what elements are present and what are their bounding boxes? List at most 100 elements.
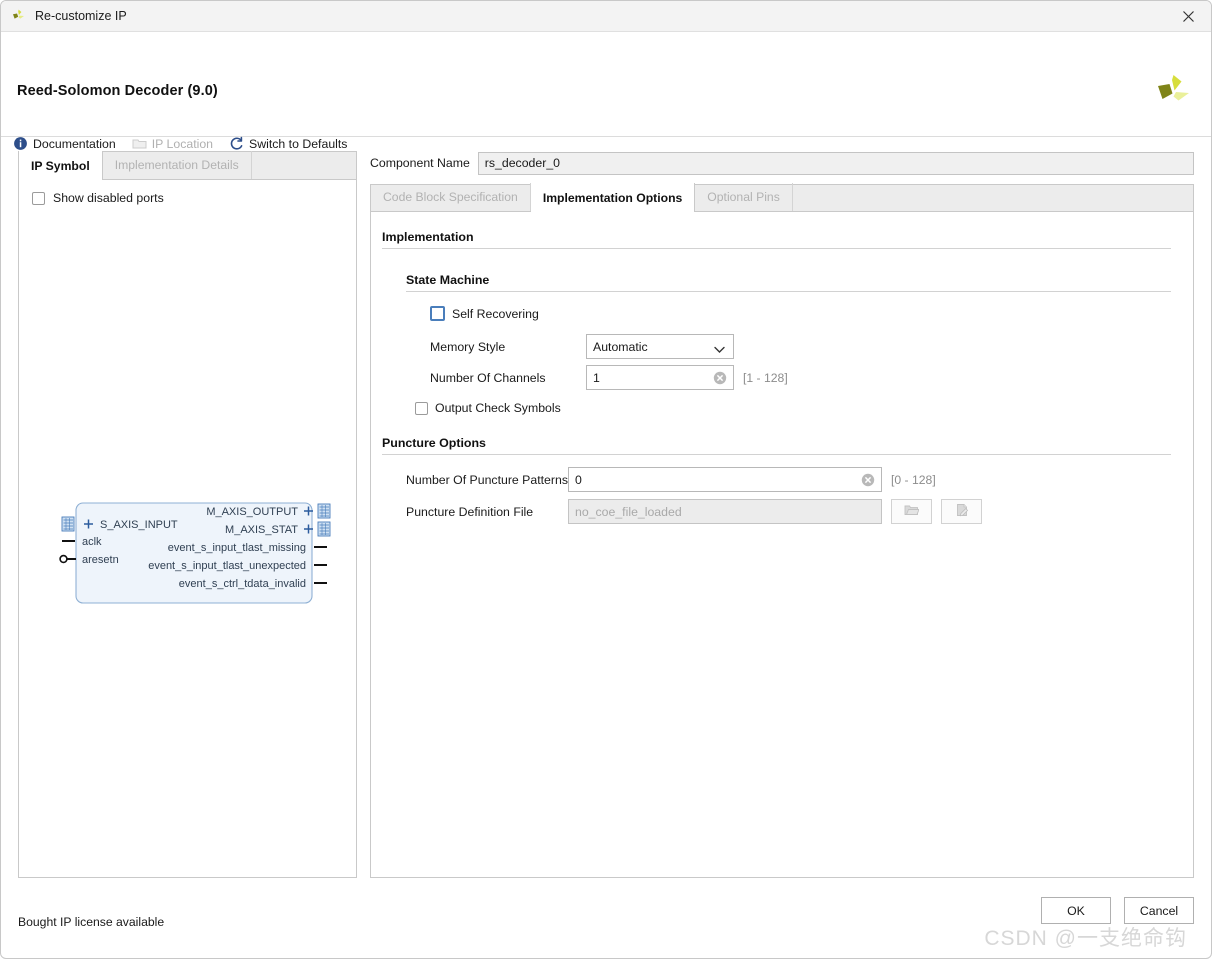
number-of-channels-value: 1 xyxy=(593,370,600,385)
port-connector-m-axis-output xyxy=(317,503,331,519)
memory-style-row: Memory Style Automatic xyxy=(430,334,1171,359)
implementation-options-content: Implementation State Machine Self Recove… xyxy=(371,212,1193,877)
puncture-options-section: Puncture Options Number Of Puncture Patt… xyxy=(382,436,1171,524)
switch-to-defaults-button[interactable]: Switch to Defaults xyxy=(229,136,347,151)
memory-style-select[interactable]: Automatic xyxy=(586,334,734,359)
cancel-button[interactable]: Cancel xyxy=(1124,897,1194,924)
header-toolbar: Documentation IP Location Switch to Defa… xyxy=(13,136,347,151)
ip-location-button[interactable]: IP Location xyxy=(132,136,213,151)
documentation-label: Documentation xyxy=(33,136,116,151)
xilinx-logo-icon xyxy=(10,8,27,25)
edit-file-icon xyxy=(955,503,969,520)
state-machine-body: Self Recovering Memory Style Automatic N… xyxy=(406,306,1171,415)
number-of-channels-input[interactable]: 1 xyxy=(586,365,734,390)
implementation-section-rule xyxy=(382,248,1171,249)
number-of-puncture-patterns-label: Number Of Puncture Patterns xyxy=(406,472,568,487)
output-check-symbols-label: Output Check Symbols xyxy=(435,401,561,415)
options-tabstrip-filler xyxy=(793,183,1193,211)
svg-text:event_s_input_tlast_unexpected: event_s_input_tlast_unexpected xyxy=(148,560,306,572)
output-check-symbols-box xyxy=(415,401,428,415)
refresh-icon xyxy=(229,136,244,151)
component-name-label: Component Name xyxy=(370,156,470,170)
window-title: Re-customize IP xyxy=(35,9,127,23)
folder-open-icon xyxy=(904,503,920,520)
dialog-footer: Bought IP license available OK Cancel CS… xyxy=(1,886,1211,958)
svg-text:S_AXIS_INPUT: S_AXIS_INPUT xyxy=(100,519,178,531)
tab-ip-symbol-label: IP Symbol xyxy=(31,158,90,173)
number-of-puncture-patterns-value: 0 xyxy=(575,472,582,487)
switch-to-defaults-label: Switch to Defaults xyxy=(249,136,348,151)
tab-implementation-details-label: Implementation Details xyxy=(114,158,239,172)
puncture-options-rule xyxy=(382,454,1171,455)
tab-code-block-specification-label: Code Block Specification xyxy=(383,190,518,204)
svg-text:M_AXIS_STAT: M_AXIS_STAT xyxy=(225,524,298,536)
left-tabstrip-filler xyxy=(252,151,356,179)
dialog-buttons: OK Cancel xyxy=(1041,897,1194,924)
options-panel: Component Name rs_decoder_0 Code Block S… xyxy=(370,151,1194,878)
ip-symbol-diagram: S_AXIS_INPUT aclk aresetn M_AXIS_OUTPUT xyxy=(19,180,356,877)
state-machine-rule xyxy=(406,291,1171,292)
svg-text:event_s_ctrl_tdata_invalid: event_s_ctrl_tdata_invalid xyxy=(179,578,306,590)
chevron-down-icon xyxy=(714,343,725,357)
component-name-row: Component Name rs_decoder_0 xyxy=(370,151,1194,175)
dialog-body: IP Symbol Implementation Details Show di… xyxy=(1,137,1211,886)
number-of-channels-range: [1 - 128] xyxy=(743,370,788,385)
clear-icon[interactable] xyxy=(713,371,727,388)
svg-text:event_s_input_tlast_missing: event_s_input_tlast_missing xyxy=(168,542,306,554)
puncture-options-title: Puncture Options xyxy=(382,436,486,450)
tab-implementation-details[interactable]: Implementation Details xyxy=(103,151,252,179)
title-bar: Re-customize IP xyxy=(1,1,1211,32)
self-recovering-box xyxy=(430,306,445,321)
svg-text:aclk: aclk xyxy=(82,536,102,548)
memory-style-value: Automatic xyxy=(593,339,648,354)
license-status: Bought IP license available xyxy=(18,915,165,929)
puncture-definition-file-input[interactable]: no_coe_file_loaded xyxy=(568,499,882,524)
watermark: CSDN @一支绝命钩 xyxy=(984,927,1187,950)
puncture-options-body: Number Of Puncture Patterns 0 [0 - 128] … xyxy=(382,467,1171,524)
puncture-definition-file-placeholder: no_coe_file_loaded xyxy=(575,504,682,519)
port-connector-m-axis-stat xyxy=(317,521,331,537)
svg-text:aresetn: aresetn xyxy=(82,554,119,566)
ip-location-label: IP Location xyxy=(151,136,214,151)
ok-button-label: OK xyxy=(1067,903,1085,918)
tab-optional-pins[interactable]: Optional Pins xyxy=(695,183,793,211)
number-of-puncture-patterns-row: Number Of Puncture Patterns 0 [0 - 128] xyxy=(406,467,1171,492)
tab-implementation-options-label: Implementation Options xyxy=(542,190,683,205)
number-of-channels-label: Number Of Channels xyxy=(430,370,546,385)
edit-puncture-file-button[interactable] xyxy=(941,499,982,524)
close-icon[interactable] xyxy=(1165,1,1211,32)
ip-symbol-canvas: Show disabled ports S_AXIS_INPUT aclk ar… xyxy=(19,180,356,877)
re-customize-ip-dialog: Re-customize IP Reed-Solomon Decoder (9.… xyxy=(0,0,1212,959)
tab-optional-pins-label: Optional Pins xyxy=(707,190,780,204)
component-name-input[interactable]: rs_decoder_0 xyxy=(477,151,1194,175)
ip-header: Reed-Solomon Decoder (9.0) Documentation xyxy=(1,32,1211,151)
self-recovering-label: Self Recovering xyxy=(452,306,539,321)
port-connector-s-axis-input xyxy=(61,516,75,532)
implementation-section-title: Implementation xyxy=(382,230,474,244)
browse-puncture-file-button[interactable] xyxy=(891,499,932,524)
output-check-symbols-checkbox[interactable]: Output Check Symbols xyxy=(415,401,1171,415)
memory-style-label: Memory Style xyxy=(430,339,506,354)
tab-ip-symbol[interactable]: IP Symbol xyxy=(19,151,103,180)
component-name-value: rs_decoder_0 xyxy=(484,156,560,170)
ok-button[interactable]: OK xyxy=(1041,897,1111,924)
implementation-section-body: State Machine Self Recovering Memory Sty… xyxy=(382,273,1171,415)
number-of-puncture-patterns-range: [0 - 128] xyxy=(891,472,936,487)
cancel-button-label: Cancel xyxy=(1139,903,1179,918)
clear-icon[interactable] xyxy=(861,473,875,490)
self-recovering-checkbox[interactable]: Self Recovering xyxy=(430,306,1171,321)
tab-implementation-options[interactable]: Implementation Options xyxy=(530,183,696,212)
puncture-definition-file-row: Puncture Definition File no_coe_file_loa… xyxy=(406,499,1171,524)
amd-xilinx-logo-icon xyxy=(1153,73,1193,109)
number-of-puncture-patterns-input[interactable]: 0 xyxy=(568,467,882,492)
svg-text:M_AXIS_OUTPUT: M_AXIS_OUTPUT xyxy=(206,506,298,518)
ip-symbol-panel: IP Symbol Implementation Details Show di… xyxy=(18,151,357,878)
ip-block-symbol: S_AXIS_INPUT aclk aresetn M_AXIS_OUTPUT xyxy=(59,502,331,604)
puncture-definition-file-label: Puncture Definition File xyxy=(406,504,534,519)
tab-code-block-specification[interactable]: Code Block Specification xyxy=(371,183,531,211)
documentation-button[interactable]: Documentation xyxy=(13,136,116,151)
number-of-channels-row: Number Of Channels 1 [1 - 128] xyxy=(430,365,1171,390)
options-tab-container: Code Block Specification Implementation … xyxy=(370,183,1194,878)
options-tabstrip: Code Block Specification Implementation … xyxy=(371,183,1193,212)
left-tabstrip: IP Symbol Implementation Details xyxy=(19,151,356,180)
